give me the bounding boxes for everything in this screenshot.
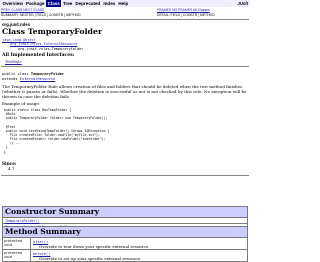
example-label: Example of usage:	[2, 101, 41, 106]
implemented-interface-link[interactable]: TestRule	[5, 59, 22, 64]
method-summary-heading: Method Summary	[3, 227, 247, 238]
method-description: Override to tear down your specific exte…	[39, 243, 150, 249]
implemented-interfaces-heading: All Implemented Interfaces:	[2, 53, 75, 58]
nav-package-link[interactable]: Package	[24, 0, 46, 7]
detail-links[interactable]: DETAIL: FIELD | CONSTR | METHOD	[157, 13, 215, 18]
divider	[1, 175, 249, 176]
nav-items: Overview Package Class Tree Deprecated I…	[1, 0, 130, 7]
nav-help-link[interactable]: Help	[117, 0, 130, 7]
class-hierarchy: java.lang.Object org.junit.rules.Externa…	[2, 38, 83, 51]
declaration-class-name: TemporaryFolder	[30, 72, 65, 76]
class-description: The TemporaryFolder Rule allows creation…	[2, 84, 247, 99]
declaration-extends: extends	[2, 76, 20, 81]
method-cell: after() Override to tear down your speci…	[31, 238, 247, 249]
declaration-superclass-link[interactable]: ExternalResource	[20, 77, 56, 81]
method-description: Override to set up your specific externa…	[39, 255, 142, 261]
subnav-row-2: SUMMARY: NESTED | FIELD | CONSTR | METHO…	[1, 13, 249, 18]
code-example: public static class HasTempFolder { @Rul…	[3, 108, 110, 154]
nav-class-current: Class	[46, 0, 62, 7]
constructor-summary-heading: Constructor Summary	[3, 207, 247, 218]
top-navbar: Overview Package Class Tree Deprecated I…	[0, 0, 250, 7]
nav-tree-link[interactable]: Tree	[61, 0, 73, 7]
hierarchy-externalresource-link[interactable]: org.junit.rules.ExternalResource	[10, 42, 77, 46]
nav-product-label: JUnit	[237, 1, 248, 6]
method-cell: before() Override to set up your specifi…	[31, 250, 247, 261]
since-value: 4.7	[8, 166, 15, 171]
method-summary-table: Method Summary protected void after() Ov…	[2, 226, 248, 262]
nav-deprecated-link[interactable]: Deprecated	[74, 0, 102, 7]
divider	[1, 19, 249, 20]
nav-overview-link[interactable]: Overview	[1, 0, 24, 7]
constructor-link[interactable]: TemporaryFolder()	[3, 218, 247, 223]
method-modifier: protected void	[3, 250, 31, 261]
nav-index-link[interactable]: Index	[102, 0, 117, 7]
declaration-prefix: public class	[2, 72, 31, 76]
method-link-after[interactable]: after()	[33, 240, 48, 244]
class-declaration: public class TemporaryFolder extends Ext…	[2, 72, 64, 81]
page-title: Class TemporaryFolder	[2, 27, 103, 36]
hierarchy-current-class: org.junit.rules.TemporaryFolder	[18, 46, 84, 51]
method-link-before[interactable]: before()	[33, 252, 50, 256]
summary-links[interactable]: SUMMARY: NESTED | FIELD | CONSTR | METHO…	[1, 13, 81, 18]
method-modifier: protected void	[3, 238, 31, 249]
table-row: protected void after() Override to tear …	[3, 238, 247, 250]
table-row: protected void before() Override to set …	[3, 250, 247, 261]
divider	[1, 66, 249, 67]
